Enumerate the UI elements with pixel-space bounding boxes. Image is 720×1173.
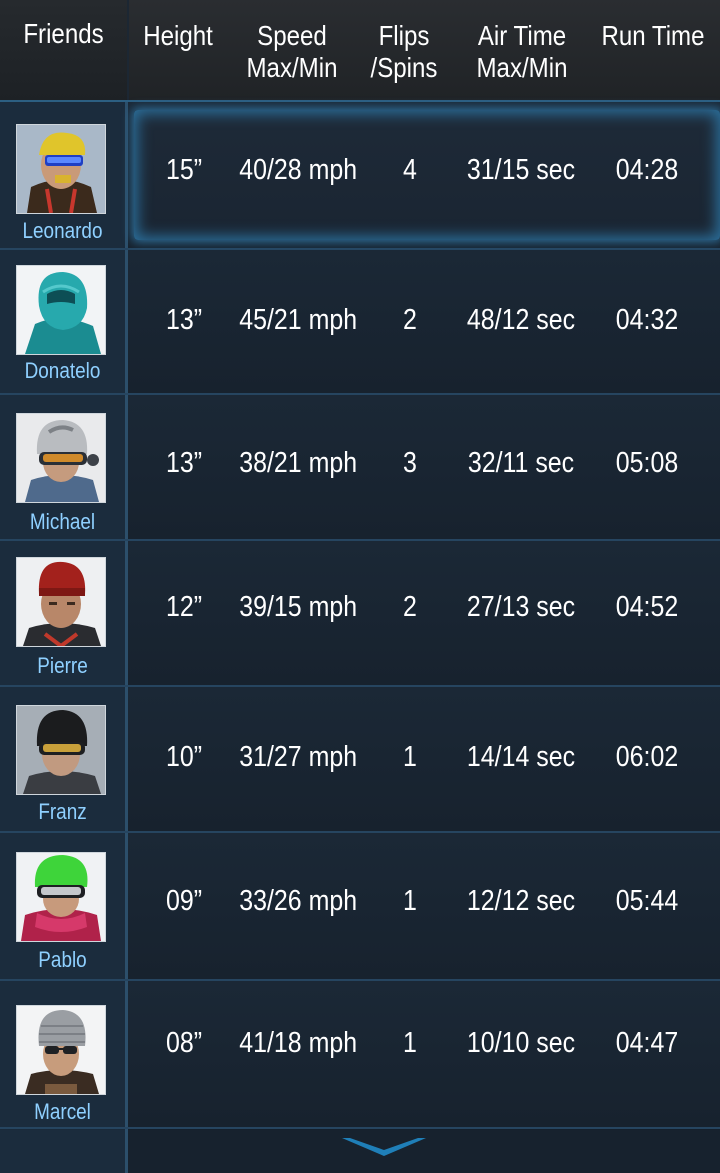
avatar[interactable] xyxy=(16,852,106,942)
avatar[interactable] xyxy=(16,413,106,503)
speed-value: 45/21 mph xyxy=(239,304,358,336)
speed-value: 33/26 mph xyxy=(239,885,358,917)
friend-name[interactable]: Pablo xyxy=(9,947,117,973)
friend-name[interactable]: Pierre xyxy=(9,653,117,679)
header-speed-line1: Speed xyxy=(257,20,327,51)
friend-name[interactable]: Michael xyxy=(9,509,117,535)
flips-value: 1 xyxy=(403,1027,417,1059)
height-value: 15” xyxy=(165,154,203,186)
run-time-value: 04:28 xyxy=(615,154,679,186)
avatar[interactable] xyxy=(16,265,106,355)
avatar-yellow-helmet-goggles-icon xyxy=(17,125,105,213)
speed-value: 40/28 mph xyxy=(239,154,358,186)
avatar[interactable] xyxy=(16,557,106,647)
height-value: 13” xyxy=(165,304,203,336)
header-run-time[interactable]: Run Time xyxy=(599,20,707,52)
run-time-value: 04:47 xyxy=(615,1027,679,1059)
table-row[interactable]: Pierre 12” 39/15 mph 2 27/13 sec 04:52 xyxy=(0,541,720,687)
height-value: 09” xyxy=(165,885,203,917)
air-time-value: 27/13 sec xyxy=(466,591,576,623)
table-row[interactable]: Pablo 09” 33/26 mph 1 12/12 sec 05:44 xyxy=(0,833,720,981)
height-value: 08” xyxy=(165,1027,203,1059)
header-air-time[interactable]: Air Time Max/Min xyxy=(470,20,573,84)
avatar[interactable] xyxy=(16,124,106,214)
air-time-value: 48/12 sec xyxy=(466,304,576,336)
avatar-green-helmet-goggles-icon xyxy=(17,853,105,941)
header-speed-line2: Max/Min xyxy=(246,52,338,83)
friend-name[interactable]: Donatelo xyxy=(9,358,117,384)
flips-value: 1 xyxy=(403,741,417,773)
friend-name[interactable]: Leonardo xyxy=(9,218,117,244)
header-air-line2: Max/Min xyxy=(476,52,568,83)
flips-value: 1 xyxy=(403,885,417,917)
air-time-value: 32/11 sec xyxy=(467,447,575,479)
speed-value: 38/21 mph xyxy=(239,447,358,479)
friend-name[interactable]: Marcel xyxy=(9,1099,117,1125)
flips-value: 2 xyxy=(403,591,417,623)
header-air-line1: Air Time xyxy=(477,20,567,51)
table-row[interactable]: Marcel 08” 41/18 mph 1 10/10 sec 04:47 xyxy=(0,981,720,1129)
air-time-value: 31/15 sec xyxy=(466,154,576,186)
header-flips[interactable]: Flips /Spins xyxy=(361,20,447,84)
table-row[interactable]: Donatelo 13” 45/21 mph 2 48/12 sec 04:32 xyxy=(0,250,720,395)
air-time-value: 14/14 sec xyxy=(466,741,576,773)
avatar-teal-hood-icon xyxy=(17,266,105,354)
friends-column-header-bg xyxy=(0,0,129,100)
flips-value: 3 xyxy=(403,447,417,479)
height-value: 10” xyxy=(165,741,203,773)
height-value: 13” xyxy=(165,447,203,479)
run-time-value: 04:52 xyxy=(615,591,679,623)
header-speed[interactable]: Speed Max/Min xyxy=(240,20,343,84)
leaderboard-screen: Friends Height Speed Max/Min Flips /Spin… xyxy=(0,0,720,1173)
flips-value: 4 xyxy=(403,154,417,186)
air-time-value: 10/10 sec xyxy=(466,1027,576,1059)
table-row[interactable]: Leonardo 15” 40/28 mph 4 31/15 sec 04:28 xyxy=(0,102,720,250)
avatar-grey-beanie-sunglasses-icon xyxy=(17,1006,105,1094)
air-time-value: 12/12 sec xyxy=(466,885,576,917)
header-friends[interactable]: Friends xyxy=(9,18,118,50)
avatar[interactable] xyxy=(16,705,106,795)
friend-name[interactable]: Franz xyxy=(9,799,117,825)
header-height[interactable]: Height xyxy=(135,20,221,52)
table-row[interactable]: Michael 13” 38/21 mph 3 32/11 sec 05:08 xyxy=(0,395,720,541)
speed-value: 41/18 mph xyxy=(239,1027,358,1059)
avatar-red-beanie-icon xyxy=(17,558,105,646)
avatar-black-helmet-goggles-icon xyxy=(17,706,105,794)
height-value: 12” xyxy=(165,591,203,623)
run-time-value: 05:08 xyxy=(615,447,679,479)
speed-value: 31/27 mph xyxy=(239,741,358,773)
run-time-value: 04:32 xyxy=(615,304,679,336)
leaderboard-header: Friends Height Speed Max/Min Flips /Spin… xyxy=(0,0,720,102)
flips-value: 2 xyxy=(403,304,417,336)
header-flips-line1: Flips xyxy=(378,20,430,51)
header-flips-line2: /Spins xyxy=(370,52,438,83)
chevron-down-icon[interactable] xyxy=(340,1136,428,1160)
friend-cell xyxy=(0,1130,128,1173)
run-time-value: 05:44 xyxy=(615,885,679,917)
avatar[interactable] xyxy=(16,1005,106,1095)
speed-value: 39/15 mph xyxy=(239,591,358,623)
run-time-value: 06:02 xyxy=(615,741,679,773)
avatar-grey-helmet-goggles-icon xyxy=(17,414,105,502)
table-row[interactable]: Franz 10” 31/27 mph 1 14/14 sec 06:02 xyxy=(0,687,720,833)
